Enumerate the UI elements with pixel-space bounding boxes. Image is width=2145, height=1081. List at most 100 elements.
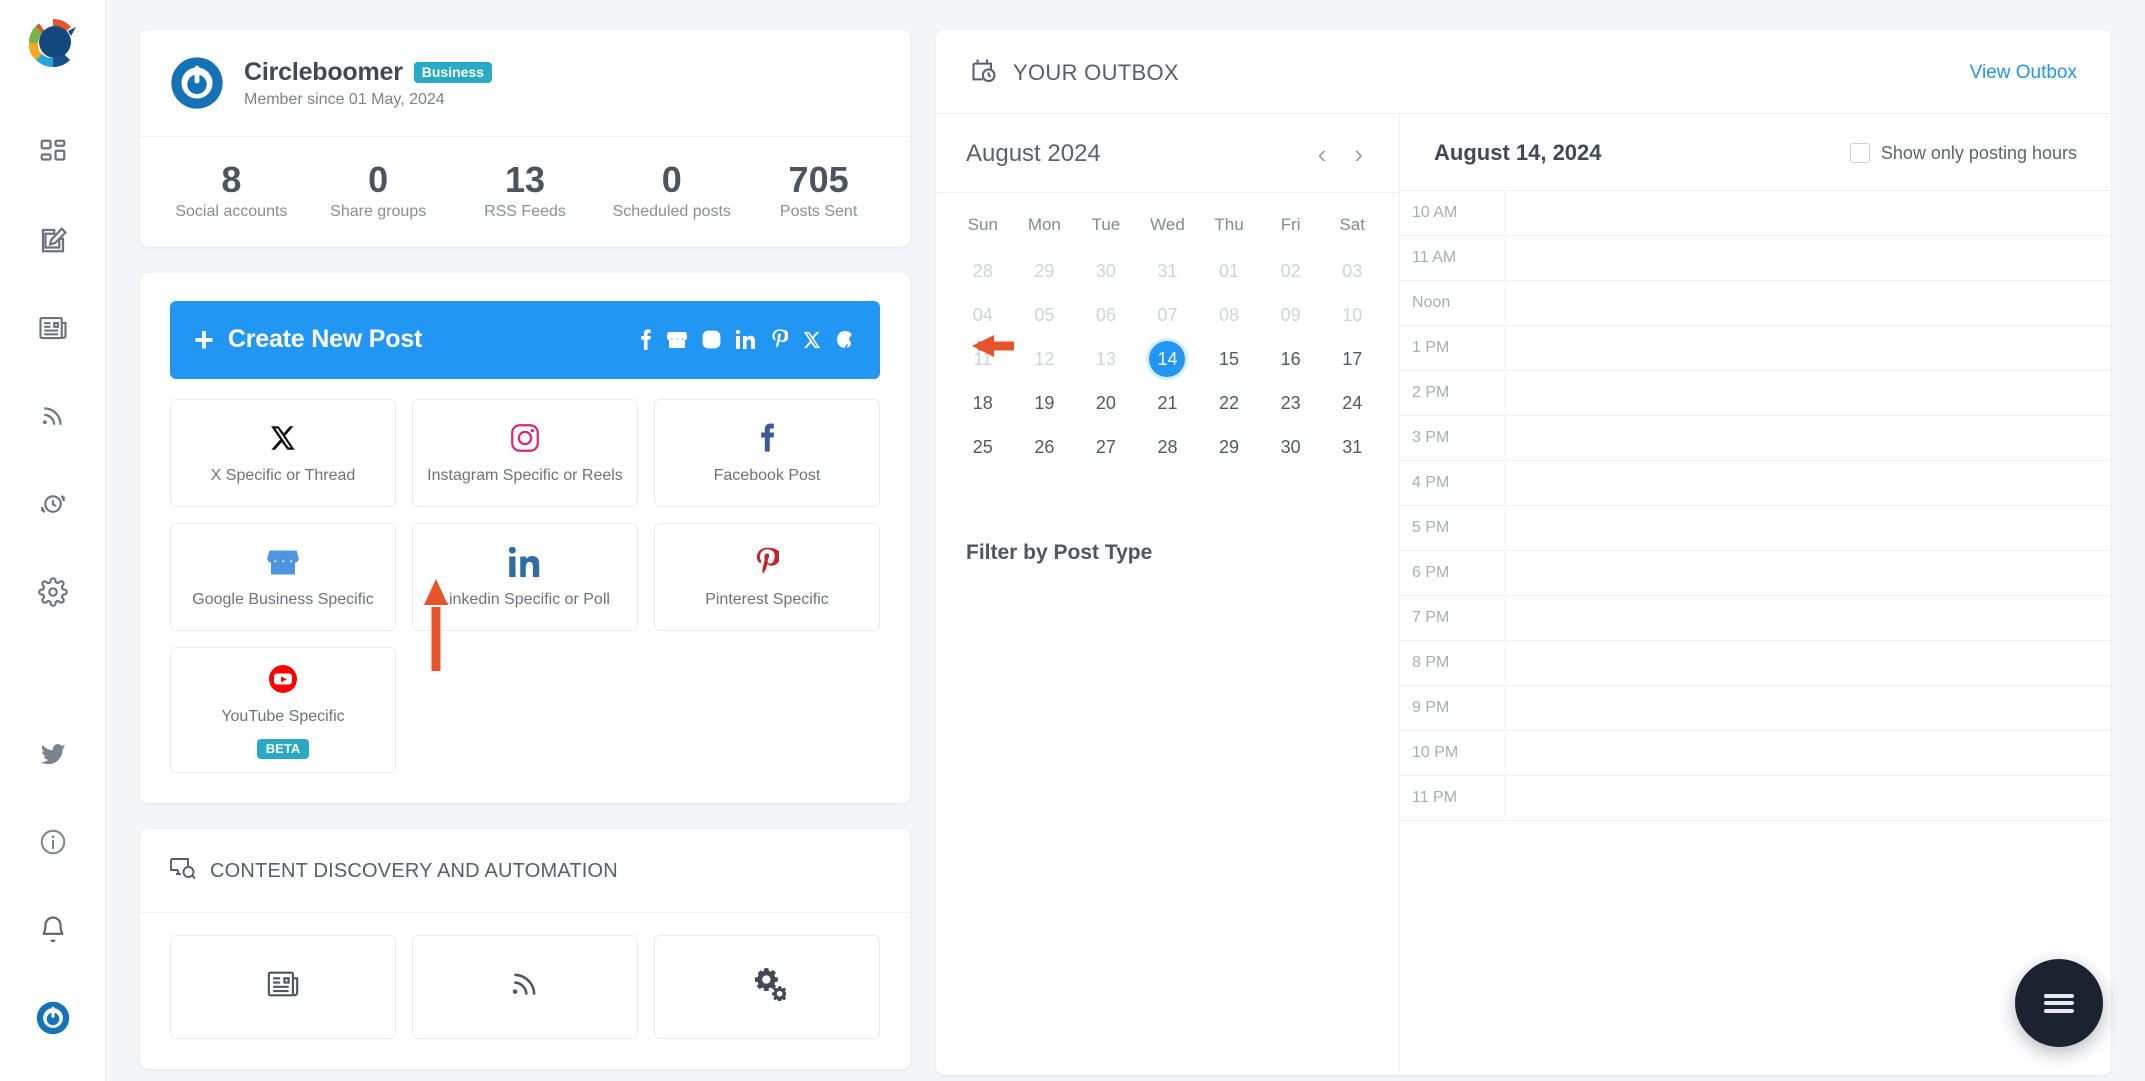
schedule-slot-row[interactable]: 10 AM — [1400, 191, 2111, 236]
calendar-day[interactable]: 30 — [1260, 425, 1322, 469]
calendar-day[interactable]: 29 — [1198, 425, 1260, 469]
sidebar-item-settings[interactable] — [30, 569, 76, 615]
calendar-day[interactable]: 02 — [1260, 249, 1322, 293]
calendar-day[interactable]: 07 — [1137, 293, 1199, 337]
calendar-day[interactable]: 13 — [1075, 337, 1137, 381]
linkedin-icon — [736, 330, 756, 350]
schedule-slot-body[interactable] — [1506, 326, 2111, 370]
filter-by-post-type-title: Filter by Post Type — [966, 541, 1153, 564]
calendar-day[interactable]: 21 — [1137, 381, 1199, 425]
schedule-slot-row[interactable]: 10 PM — [1400, 731, 2111, 776]
calendar-day[interactable]: 06 — [1075, 293, 1137, 337]
outbox-card: YOUR OUTBOX View Outbox August 2024 ‹ › — [936, 30, 2111, 1075]
calendar-day[interactable]: 01 — [1198, 249, 1260, 293]
sidebar-item-compose[interactable] — [30, 217, 76, 263]
circleboom-logo[interactable] — [24, 14, 82, 77]
schedule-slot-body[interactable] — [1506, 596, 2111, 640]
schedule-slot-body[interactable] — [1506, 236, 2111, 280]
schedule-slot-row[interactable]: 7 PM — [1400, 596, 2111, 641]
chevron-right-icon[interactable]: › — [1354, 141, 1363, 167]
content-discovery-news-card[interactable] — [170, 934, 396, 1039]
show-posting-hours-toggle[interactable]: Show only posting hours — [1849, 143, 2077, 164]
calendar-day[interactable]: 04 — [952, 293, 1014, 337]
post-type-instagram[interactable]: Instagram Specific or Reels — [412, 398, 638, 507]
schedule-slot-row[interactable]: 9 PM — [1400, 686, 2111, 731]
calendar-day[interactable]: 31 — [1321, 425, 1383, 469]
sidebar-item-news[interactable] — [30, 305, 76, 351]
schedule-slot-row[interactable]: 5 PM — [1400, 506, 2111, 551]
schedule-slot-body[interactable] — [1506, 416, 2111, 460]
view-outbox-link[interactable]: View Outbox — [1970, 62, 2077, 84]
schedule-slot-row[interactable]: 3 PM — [1400, 416, 2111, 461]
calendar-day[interactable]: 26 — [1014, 425, 1076, 469]
sidebar-item-notifications[interactable] — [30, 907, 76, 953]
schedule-slot-row[interactable]: 8 PM — [1400, 641, 2111, 686]
calendar-day[interactable]: 31 — [1137, 249, 1199, 293]
calendar-day[interactable]: 27 — [1075, 425, 1137, 469]
calendar-day[interactable]: 28 — [952, 249, 1014, 293]
calendar-day[interactable]: 22 — [1198, 381, 1260, 425]
show-posting-hours-checkbox[interactable] — [1849, 143, 1870, 163]
calendar-day[interactable]: 30 — [1075, 249, 1137, 293]
post-type-pinterest[interactable]: Pinterest Specific — [654, 522, 880, 631]
schedule-slot-body[interactable] — [1506, 686, 2111, 730]
calendar-day[interactable]: 25 — [952, 425, 1014, 469]
menu-fab-button[interactable] — [2015, 959, 2103, 1047]
schedule-slot-row[interactable]: 6 PM — [1400, 551, 2111, 596]
schedule-slot-body[interactable] — [1506, 506, 2111, 550]
calendar-day[interactable]: 05 — [1014, 293, 1076, 337]
calendar-day[interactable]: 10 — [1321, 293, 1383, 337]
calendar-day[interactable]: 12 — [1014, 337, 1076, 381]
content-discovery-automation-card[interactable] — [654, 934, 880, 1039]
network-icons — [639, 329, 854, 351]
schedule-slot-body[interactable] — [1506, 371, 2111, 415]
post-type-facebook[interactable]: Facebook Post — [654, 398, 880, 507]
schedule-slot-row[interactable]: 11 PM — [1400, 776, 2111, 821]
calendar-day[interactable]: 23 — [1260, 381, 1322, 425]
calendar-day[interactable]: 16 — [1260, 337, 1322, 381]
calendar-day[interactable]: 15 — [1198, 337, 1260, 381]
schedule-slot-body[interactable] — [1506, 191, 2111, 235]
calendar-day-selected[interactable]: 14 — [1137, 337, 1199, 381]
schedule-slot-body[interactable] — [1506, 641, 2111, 685]
calendar-day[interactable]: 20 — [1075, 381, 1137, 425]
schedule-slot-row[interactable]: 1 PM — [1400, 326, 2111, 371]
post-type-youtube[interactable]: YouTube Specific BETA — [170, 646, 396, 773]
sidebar-item-queue[interactable] — [30, 481, 76, 527]
calendar-day[interactable]: 29 — [1014, 249, 1076, 293]
stat-value: 8 — [221, 159, 242, 200]
chevron-left-icon[interactable]: ‹ — [1318, 141, 1327, 167]
schedule-slot-body[interactable] — [1506, 551, 2111, 595]
sidebar-item-dashboard[interactable] — [30, 129, 76, 175]
schedule-slot-label: 4 PM — [1400, 461, 1506, 505]
calendar-day[interactable]: 18 — [952, 381, 1014, 425]
calendar-day[interactable]: 19 — [1014, 381, 1076, 425]
calendar-day[interactable]: 09 — [1260, 293, 1322, 337]
calendar-day[interactable]: 03 — [1321, 249, 1383, 293]
calendar-day[interactable]: 08 — [1198, 293, 1260, 337]
schedule-slot-body[interactable] — [1506, 731, 2111, 775]
calendar-day[interactable]: 17 — [1321, 337, 1383, 381]
create-post-card: + Create New Post X Specific or Thread I… — [140, 272, 1014, 803]
linkedin-icon — [509, 544, 541, 580]
sidebar-item-rss[interactable] — [30, 393, 76, 439]
schedule-slot-row[interactable]: Noon — [1400, 281, 2111, 326]
calendar-day[interactable]: 28 — [1137, 425, 1199, 469]
content-discovery-rss-card[interactable] — [412, 934, 638, 1039]
schedule-slot-body[interactable] — [1506, 776, 2111, 820]
hamburger-menu-icon — [2044, 990, 2074, 1016]
sidebar-item-twitter[interactable] — [30, 731, 76, 777]
calendar-day[interactable]: 24 — [1321, 381, 1383, 425]
schedule-slot-body[interactable] — [1506, 461, 2111, 505]
schedule-slot-body[interactable] — [1506, 281, 2111, 325]
sidebar-item-account[interactable] — [30, 995, 76, 1041]
post-type-google-business[interactable]: Google Business Specific — [170, 522, 396, 631]
schedule-slot-row[interactable]: 11 AM — [1400, 236, 2111, 281]
post-type-x[interactable]: X Specific or Thread — [170, 398, 396, 507]
schedule-slot-row[interactable]: 4 PM — [1400, 461, 2111, 506]
outbox-header: YOUR OUTBOX View Outbox — [936, 30, 2111, 114]
calendar-panel: August 2024 ‹ › Sun Mon Tue Wed Thu Fri … — [936, 114, 1400, 1075]
sidebar-item-info[interactable] — [30, 819, 76, 865]
create-new-post-button[interactable]: + Create New Post — [170, 300, 880, 379]
schedule-slot-row[interactable]: 2 PM — [1400, 371, 2111, 416]
